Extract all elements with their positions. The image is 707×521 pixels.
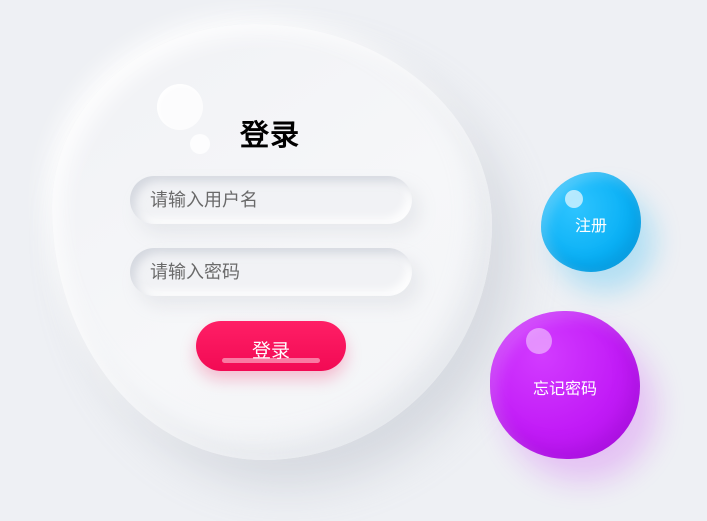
username-input[interactable] [130, 176, 412, 224]
register-button-highlight [565, 190, 583, 208]
login-title: 登录 [239, 118, 300, 152]
password-input[interactable] [130, 248, 412, 296]
forgot-password-highlight [526, 328, 552, 354]
forgot-password-label: 忘记密码 [532, 379, 597, 398]
password-field-wrapper [130, 248, 412, 296]
register-button-label: 注册 [574, 216, 607, 235]
forgot-password-button[interactable]: 忘记密码 [490, 311, 640, 459]
username-field-wrapper [130, 176, 412, 224]
register-button[interactable]: 注册 [541, 172, 641, 272]
login-card [52, 24, 492, 460]
decorative-bubble-large [157, 84, 203, 130]
login-page: 登录 登录 注册 忘记密码 [0, 0, 707, 521]
login-button[interactable]: 登录 [196, 321, 346, 371]
login-button-gloss [222, 358, 320, 363]
decorative-bubble-small [190, 134, 210, 154]
